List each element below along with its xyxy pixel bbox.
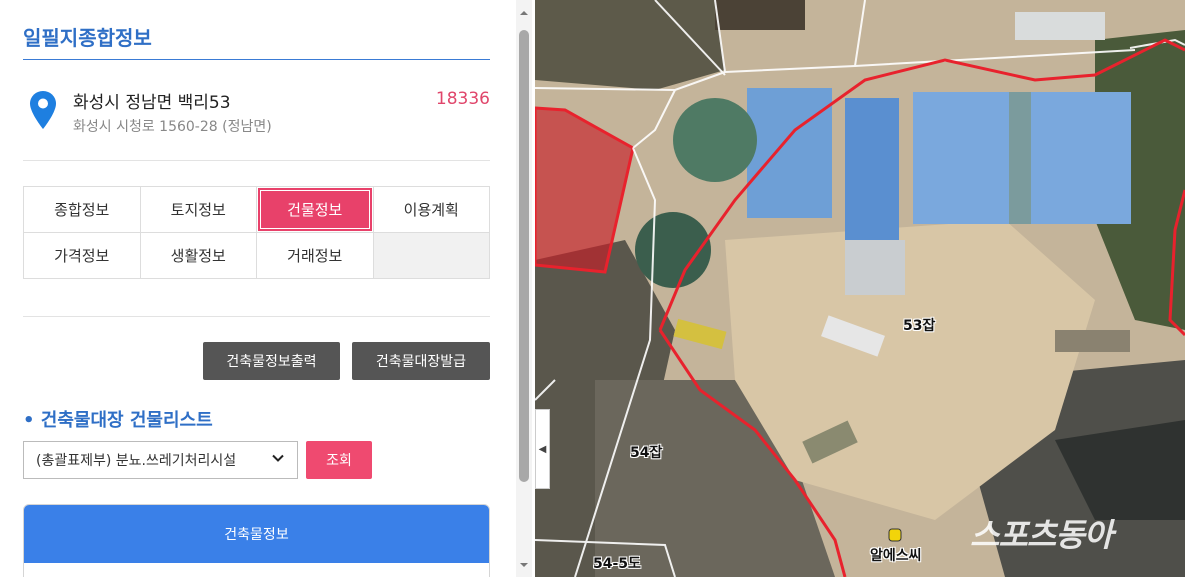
tab-land-use-plan[interactable]: 이용계획	[373, 187, 490, 233]
address-road: 화성시 시청로 1560-28 (정남면)	[73, 119, 272, 135]
divider	[23, 316, 490, 317]
divider	[23, 160, 490, 161]
collapse-panel-button[interactable]: ◀	[535, 409, 550, 489]
title-divider	[23, 59, 490, 60]
chevron-down-icon	[272, 454, 284, 462]
scroll-up-icon[interactable]	[519, 8, 529, 18]
info-tabs: 종합정보 토지정보 건물정보 이용계획 가격정보 생활정보 거래정보	[23, 186, 490, 279]
tab-empty-cell	[373, 233, 490, 279]
search-button[interactable]: 조회	[306, 441, 372, 479]
parcel-info-panel: 일필지종합정보 화성시 정남면 백리53 화성시 시청로 1560-28 (정남…	[0, 0, 535, 577]
tab-land[interactable]: 토지정보	[140, 187, 257, 233]
building-select-value: (총괄표제부) 분뇨.쓰레기처리시설	[36, 453, 237, 469]
map-place-label: 알에스씨	[870, 548, 922, 564]
building-info-table: 건축물정보	[23, 504, 490, 577]
building-select[interactable]: (총괄표제부) 분뇨.쓰레기처리시설	[23, 441, 298, 479]
tab-building[interactable]: 건물정보	[257, 187, 374, 233]
tab-transaction[interactable]: 거래정보	[257, 233, 374, 279]
tab-living[interactable]: 생활정보	[140, 233, 257, 279]
map-parcel-label: 53잡	[903, 318, 936, 334]
location-pin-icon	[30, 91, 56, 129]
app-window: 일필지종합정보 화성시 정남면 백리53 화성시 시청로 1560-28 (정남…	[0, 0, 1185, 577]
aerial-map[interactable]: 53잡 54잡 54-5도 알에스씨	[535, 0, 1185, 577]
map-parcel-label: 54잡	[630, 445, 663, 461]
aerial-imagery	[535, 0, 1185, 577]
building-list-title: • 건축물대장 건물리스트	[23, 410, 213, 431]
building-marker-icon	[888, 528, 902, 542]
map-parcel-label: 54-5도	[593, 556, 641, 572]
watermark-logo: 스포츠동아	[970, 516, 1113, 554]
tab-summary[interactable]: 종합정보	[24, 187, 141, 233]
print-building-info-button[interactable]: 건축물정보출력	[203, 342, 340, 380]
address-main: 화성시 정남면 백리53	[73, 93, 231, 113]
scrollbar-thumb[interactable]	[519, 30, 529, 482]
tab-price[interactable]: 가격정보	[24, 233, 141, 279]
building-info-header: 건축물정보	[24, 505, 489, 563]
scroll-down-icon[interactable]	[519, 560, 529, 570]
issue-building-register-button[interactable]: 건축물대장발급	[352, 342, 490, 380]
panel-title: 일필지종합정보	[23, 26, 152, 50]
zip-code: 18336	[435, 89, 490, 109]
